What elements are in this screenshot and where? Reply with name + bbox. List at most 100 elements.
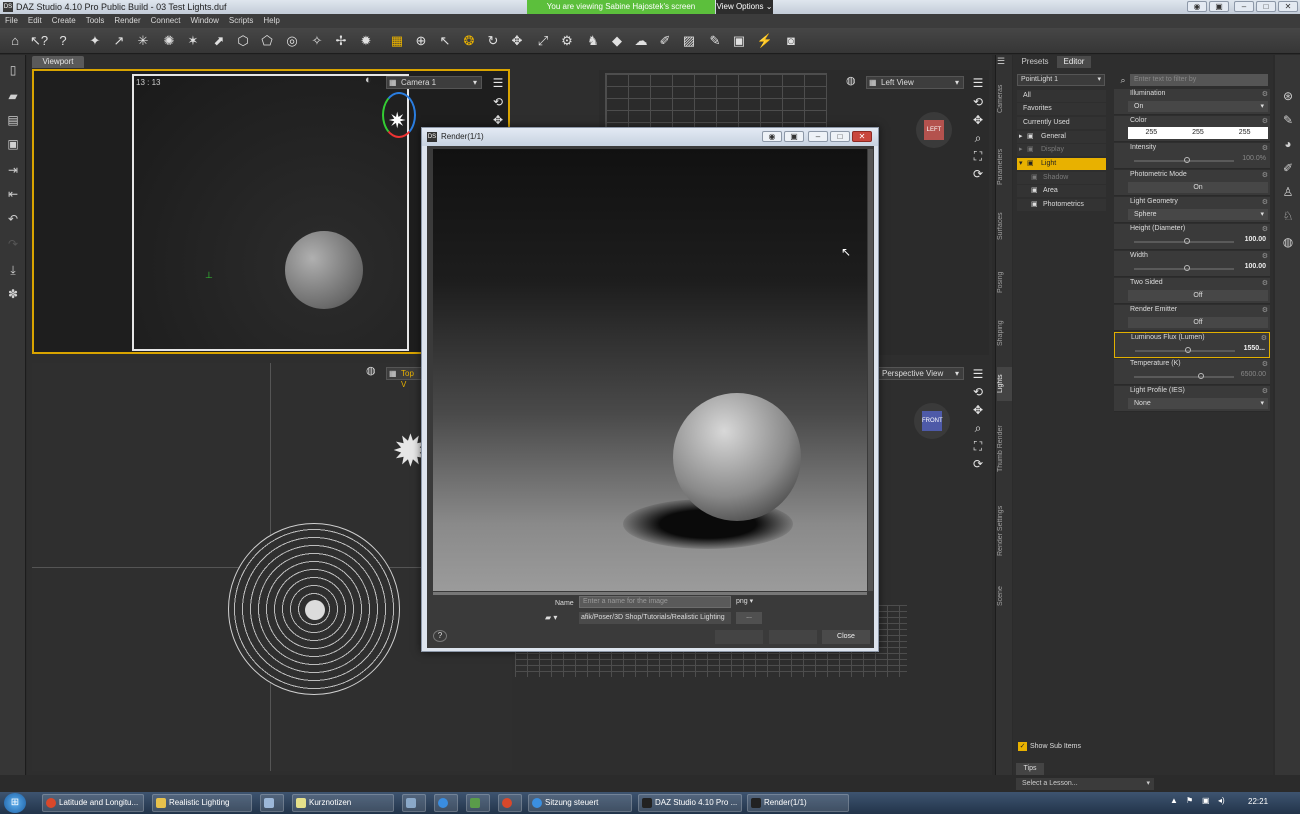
- undo-icon[interactable]: ↶: [4, 210, 22, 228]
- gear-icon[interactable]: ⚙: [1262, 279, 1268, 287]
- render-close-x-button[interactable]: ✕: [852, 131, 872, 142]
- gear-icon[interactable]: ⚙: [1261, 334, 1267, 342]
- new-file-icon[interactable]: ▯: [4, 61, 22, 79]
- gear-icon[interactable]: ⚙: [1262, 252, 1268, 260]
- gear-icon[interactable]: ⚙: [1262, 117, 1268, 125]
- window-tile-button[interactable]: ▣: [1209, 1, 1229, 12]
- tab-surfaces[interactable]: Surfaces: [997, 205, 1012, 247]
- clock[interactable]: 22:21: [1248, 797, 1268, 806]
- format-select[interactable]: png ▾: [736, 596, 762, 608]
- pose-icon[interactable]: ✐: [1279, 159, 1297, 177]
- camera-render-icon[interactable]: ▣: [730, 32, 748, 50]
- render-scrollbar-v[interactable]: [868, 149, 873, 591]
- task-explorer[interactable]: [260, 794, 284, 812]
- surface-selection-icon[interactable]: ⬠: [258, 32, 276, 50]
- save-icon[interactable]: ▣: [4, 135, 22, 153]
- tree-item-shadow[interactable]: ▣ Shadow: [1017, 172, 1106, 184]
- reset-view-icon[interactable]: ⟳: [970, 166, 986, 182]
- slider-knob[interactable]: [1184, 265, 1190, 271]
- figure-tool-icon[interactable]: ♞: [584, 32, 602, 50]
- bone-tool-icon[interactable]: ⚙: [558, 32, 576, 50]
- edit-brush-icon[interactable]: ▨: [680, 32, 698, 50]
- light-profile-select[interactable]: None ▾: [1128, 398, 1268, 409]
- perspective-view-select[interactable]: Perspective View ▾: [878, 367, 964, 380]
- environment-icon[interactable]: ◍: [1279, 233, 1297, 251]
- render-scrollbar-h[interactable]: [433, 592, 867, 595]
- illumination-select[interactable]: On ▾: [1128, 101, 1268, 112]
- gear-icon[interactable]: ⚙: [1262, 144, 1268, 152]
- orbit-icon[interactable]: ⊕: [412, 32, 430, 50]
- gear-icon[interactable]: ⚙: [1262, 171, 1268, 179]
- two-sided-toggle[interactable]: Off: [1128, 290, 1268, 301]
- show-sub-items-checkbox[interactable]: ✓ Show Sub Items: [1018, 742, 1081, 751]
- globe-icon[interactable]: ◍: [366, 364, 376, 377]
- task-render[interactable]: Render(1/1): [747, 794, 849, 812]
- task-daz-studio[interactable]: DAZ Studio 4.10 Pro ...: [638, 794, 742, 812]
- whats-this-icon[interactable]: ↖?: [30, 32, 48, 50]
- render-tile-button[interactable]: ▣: [784, 131, 804, 142]
- zoom-icon[interactable]: ⌕: [970, 420, 986, 436]
- tab-tips[interactable]: Tips: [1016, 763, 1044, 775]
- grid-tool-icon[interactable]: ▦: [388, 32, 406, 50]
- render-close-button[interactable]: Close: [822, 630, 870, 644]
- camera-select[interactable]: ▦ Camera 1 ▾: [386, 76, 482, 89]
- spot-render-icon[interactable]: ✹: [357, 32, 375, 50]
- render-camera-icon[interactable]: ◙: [782, 32, 800, 50]
- height-value[interactable]: 100.00: [1245, 236, 1266, 243]
- tree-item-photometrics[interactable]: ▣ Photometrics: [1017, 199, 1106, 211]
- region-tool-icon[interactable]: ⬡: [234, 32, 252, 50]
- tray-arrow-icon[interactable]: ▲: [1170, 796, 1178, 805]
- slider-knob[interactable]: [1184, 238, 1190, 244]
- folder-button[interactable]: ▰ ▾: [545, 612, 575, 624]
- pan-camera-icon[interactable]: ✥: [970, 402, 986, 418]
- lesson-select[interactable]: Select a Lesson... ▾: [1016, 778, 1154, 790]
- scale-icon[interactable]: ⤢: [534, 32, 552, 50]
- task-app-2[interactable]: [434, 794, 458, 812]
- start-button[interactable]: ⊞: [4, 793, 26, 813]
- gear-icon[interactable]: ⚙: [1262, 225, 1268, 233]
- render-eye-button[interactable]: ◉: [762, 131, 782, 142]
- view-options-button[interactable]: View Options ⌄: [716, 0, 773, 14]
- import-icon[interactable]: ⇥: [4, 161, 22, 179]
- window-extra-button[interactable]: ◉: [1187, 1, 1207, 12]
- maximize-button[interactable]: □: [1256, 1, 1276, 12]
- tree-item-display[interactable]: ▸ ▣ Display: [1017, 144, 1106, 156]
- morph-tool-icon[interactable]: ✢: [332, 32, 350, 50]
- tab-posing[interactable]: Posing: [997, 263, 1012, 301]
- tab-cameras[interactable]: Cameras: [997, 79, 1012, 119]
- viewport-tab[interactable]: Viewport: [32, 56, 84, 68]
- open-file-icon[interactable]: ▰: [4, 87, 22, 105]
- pointer-icon[interactable]: ↖: [436, 32, 454, 50]
- intensity-value[interactable]: 100.0%: [1242, 155, 1266, 162]
- menu-tools[interactable]: Tools: [81, 14, 110, 28]
- network-icon[interactable]: ▣: [1202, 796, 1210, 805]
- tab-presets[interactable]: Presets: [1016, 56, 1054, 68]
- tree-item-area[interactable]: ▣ Area: [1017, 185, 1106, 197]
- menu-file[interactable]: File: [0, 14, 23, 28]
- paint-icon[interactable]: ✎: [706, 32, 724, 50]
- active-pose-icon[interactable]: ✶: [184, 32, 202, 50]
- drop-to-floor-icon[interactable]: ⤓: [4, 261, 22, 279]
- slider-knob[interactable]: [1198, 373, 1204, 379]
- orbit-camera-icon[interactable]: ⟲: [490, 94, 506, 110]
- render-action-button[interactable]: [715, 630, 763, 644]
- node-selection-icon[interactable]: ✦: [86, 32, 104, 50]
- group-tool-icon[interactable]: ☁: [632, 32, 650, 50]
- universal-gizmo-icon[interactable]: ❂: [460, 32, 478, 50]
- frame-icon[interactable]: ⛶: [970, 148, 986, 164]
- orbit-camera-icon[interactable]: ⟲: [970, 94, 986, 110]
- flag-icon[interactable]: ⚑: [1186, 796, 1193, 805]
- tab-shaping[interactable]: Shaping: [997, 313, 1012, 353]
- redo-icon[interactable]: ↷: [4, 235, 22, 253]
- frame-icon[interactable]: ⛶: [970, 438, 986, 454]
- render-minimize-button[interactable]: –: [808, 131, 828, 142]
- help-icon[interactable]: ?: [54, 32, 72, 50]
- pan-camera-icon[interactable]: ✥: [490, 112, 506, 128]
- tab-render-settings[interactable]: Render Settings: [997, 497, 1012, 565]
- left-view-select[interactable]: ▦ Left View ▾: [866, 76, 964, 89]
- brush-icon[interactable]: ✎: [1279, 111, 1297, 129]
- gear-icon[interactable]: ⚙: [1262, 306, 1268, 314]
- home-icon[interactable]: ⌂: [6, 32, 24, 50]
- draw-style-icon[interactable]: ◐: [365, 74, 372, 86]
- joint-editor-icon[interactable]: ✳: [134, 32, 152, 50]
